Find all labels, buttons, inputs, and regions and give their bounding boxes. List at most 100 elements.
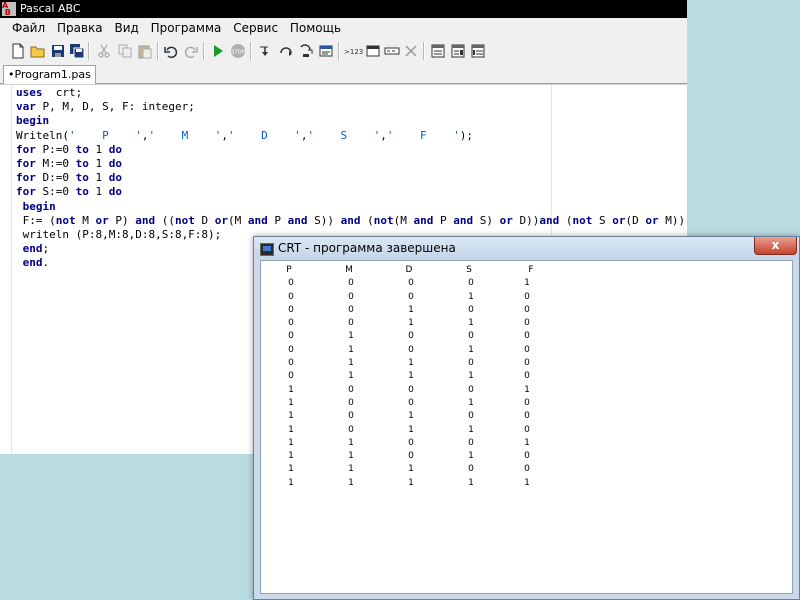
svg-text:>123: >123 (344, 48, 363, 56)
crt-app-icon (260, 243, 274, 256)
run-icon[interactable] (210, 43, 226, 59)
cell-p: 1 (288, 411, 294, 422)
code-line: for P:=0 to 1 do (16, 142, 122, 156)
header-m: M (345, 265, 353, 275)
pascal-abc-app-icon: A B (2, 2, 16, 17)
save-icon[interactable] (50, 43, 66, 59)
cell-d: 1 (408, 304, 414, 315)
cell-f: 0 (524, 424, 530, 435)
menu-bar: Файл Правка Вид Программа Сервис Помощь (0, 18, 687, 39)
cell-f: 0 (524, 451, 530, 462)
cell-m: 0 (348, 411, 354, 422)
cell-p: 1 (288, 464, 294, 475)
editor-tab-bar: •Program1.pas (0, 63, 687, 84)
cell-s: 1 (468, 371, 474, 382)
cell-p: 1 (288, 477, 294, 488)
cell-s: 1 (468, 397, 474, 408)
cell-m: 1 (348, 477, 354, 488)
open-folder-icon[interactable] (30, 43, 46, 59)
code-line: begin (22, 199, 56, 213)
step-into-icon[interactable] (257, 43, 273, 59)
cell-p: 1 (288, 437, 294, 448)
format-code-icon[interactable]: >123 (343, 43, 363, 59)
cell-m: 0 (348, 278, 354, 289)
cell-f: 1 (524, 278, 530, 289)
cell-s: 1 (468, 344, 474, 355)
crt-close-button[interactable]: x (754, 237, 797, 255)
step-over-icon[interactable] (278, 43, 294, 59)
cell-s: 0 (468, 437, 474, 448)
run-to-cursor-icon[interactable] (298, 43, 314, 59)
cut-icon[interactable] (96, 43, 112, 59)
save-all-icon[interactable] (69, 43, 85, 59)
cell-d: 0 (408, 451, 414, 462)
cell-d: 0 (408, 331, 414, 342)
cell-m: 1 (348, 437, 354, 448)
cell-f: 0 (524, 331, 530, 342)
cell-f: 1 (524, 384, 530, 395)
header-d: D (405, 265, 413, 275)
debug-window-3-icon[interactable] (470, 43, 486, 59)
cell-f: 0 (524, 371, 530, 382)
crt-window-title: CRT - программа завершена (278, 241, 456, 255)
watch-icon[interactable] (318, 43, 334, 59)
header-f: F (528, 265, 534, 275)
cell-s: 1 (468, 477, 474, 488)
cell-p: 0 (288, 278, 294, 289)
cell-p: 0 (288, 331, 294, 342)
debug-window-1-icon[interactable] (430, 43, 446, 59)
title-bar: A B Pascal ABC (0, 0, 687, 18)
cell-d: 1 (408, 358, 414, 369)
close-icon[interactable] (403, 43, 419, 59)
cell-m: 0 (348, 318, 354, 329)
cell-d: 0 (408, 344, 414, 355)
menu-service[interactable]: Сервис (229, 18, 282, 35)
cell-d: 1 (408, 318, 414, 329)
menu-help[interactable]: Помощь (286, 18, 345, 35)
cell-f: 0 (524, 318, 530, 329)
cell-d: 1 (408, 424, 414, 435)
cell-p: 0 (288, 358, 294, 369)
cell-m: 1 (348, 464, 354, 475)
cell-p: 0 (288, 291, 294, 302)
cell-f: 1 (524, 477, 530, 488)
code-line: for D:=0 to 1 do (16, 171, 122, 185)
menu-file[interactable]: Файл (8, 18, 49, 35)
stop-icon[interactable]: STOP (230, 43, 246, 59)
menu-program[interactable]: Программа (147, 18, 226, 35)
paste-icon[interactable] (137, 43, 153, 59)
crt-output-area: P M D S F 0 0 0 0 1 0 0 0 1 0 0 0 1 0 0 0 0 1 1 0 0 1 0 0 0 0 1 0 1 0… (260, 260, 793, 594)
cell-s: 1 (468, 291, 474, 302)
cell-m: 1 (348, 331, 354, 342)
crt-title-bar[interactable]: CRT - программа завершена x (254, 237, 799, 260)
cell-m: 0 (348, 304, 354, 315)
code-line: uses crt; (16, 86, 83, 99)
code-line: for M:=0 to 1 do (16, 156, 122, 170)
new-file-icon[interactable] (10, 43, 26, 59)
menu-view[interactable]: Вид (110, 18, 142, 35)
cell-s: 0 (468, 384, 474, 395)
cell-p: 0 (288, 344, 294, 355)
copy-icon[interactable] (117, 43, 133, 59)
editor-gutter (0, 85, 12, 454)
cell-m: 0 (348, 397, 354, 408)
cell-p: 1 (288, 397, 294, 408)
menu-edit[interactable]: Правка (53, 18, 107, 35)
code-line: for S:=0 to 1 do (16, 185, 122, 199)
cell-s: 0 (468, 411, 474, 422)
toolbar: STOP >123 (0, 40, 687, 62)
output-icon[interactable] (384, 43, 400, 59)
cell-m: 0 (348, 384, 354, 395)
debug-window-2-icon[interactable] (450, 43, 466, 59)
cell-d: 0 (408, 437, 414, 448)
cell-m: 1 (348, 358, 354, 369)
window-title: Pascal ABC (20, 2, 81, 15)
cell-f: 0 (524, 291, 530, 302)
redo-icon[interactable] (183, 43, 199, 59)
tab-program1[interactable]: •Program1.pas (3, 65, 96, 84)
cell-f: 0 (524, 344, 530, 355)
cell-d: 0 (408, 278, 414, 289)
cell-s: 1 (468, 318, 474, 329)
window-icon[interactable] (365, 43, 381, 59)
undo-icon[interactable] (163, 43, 179, 59)
